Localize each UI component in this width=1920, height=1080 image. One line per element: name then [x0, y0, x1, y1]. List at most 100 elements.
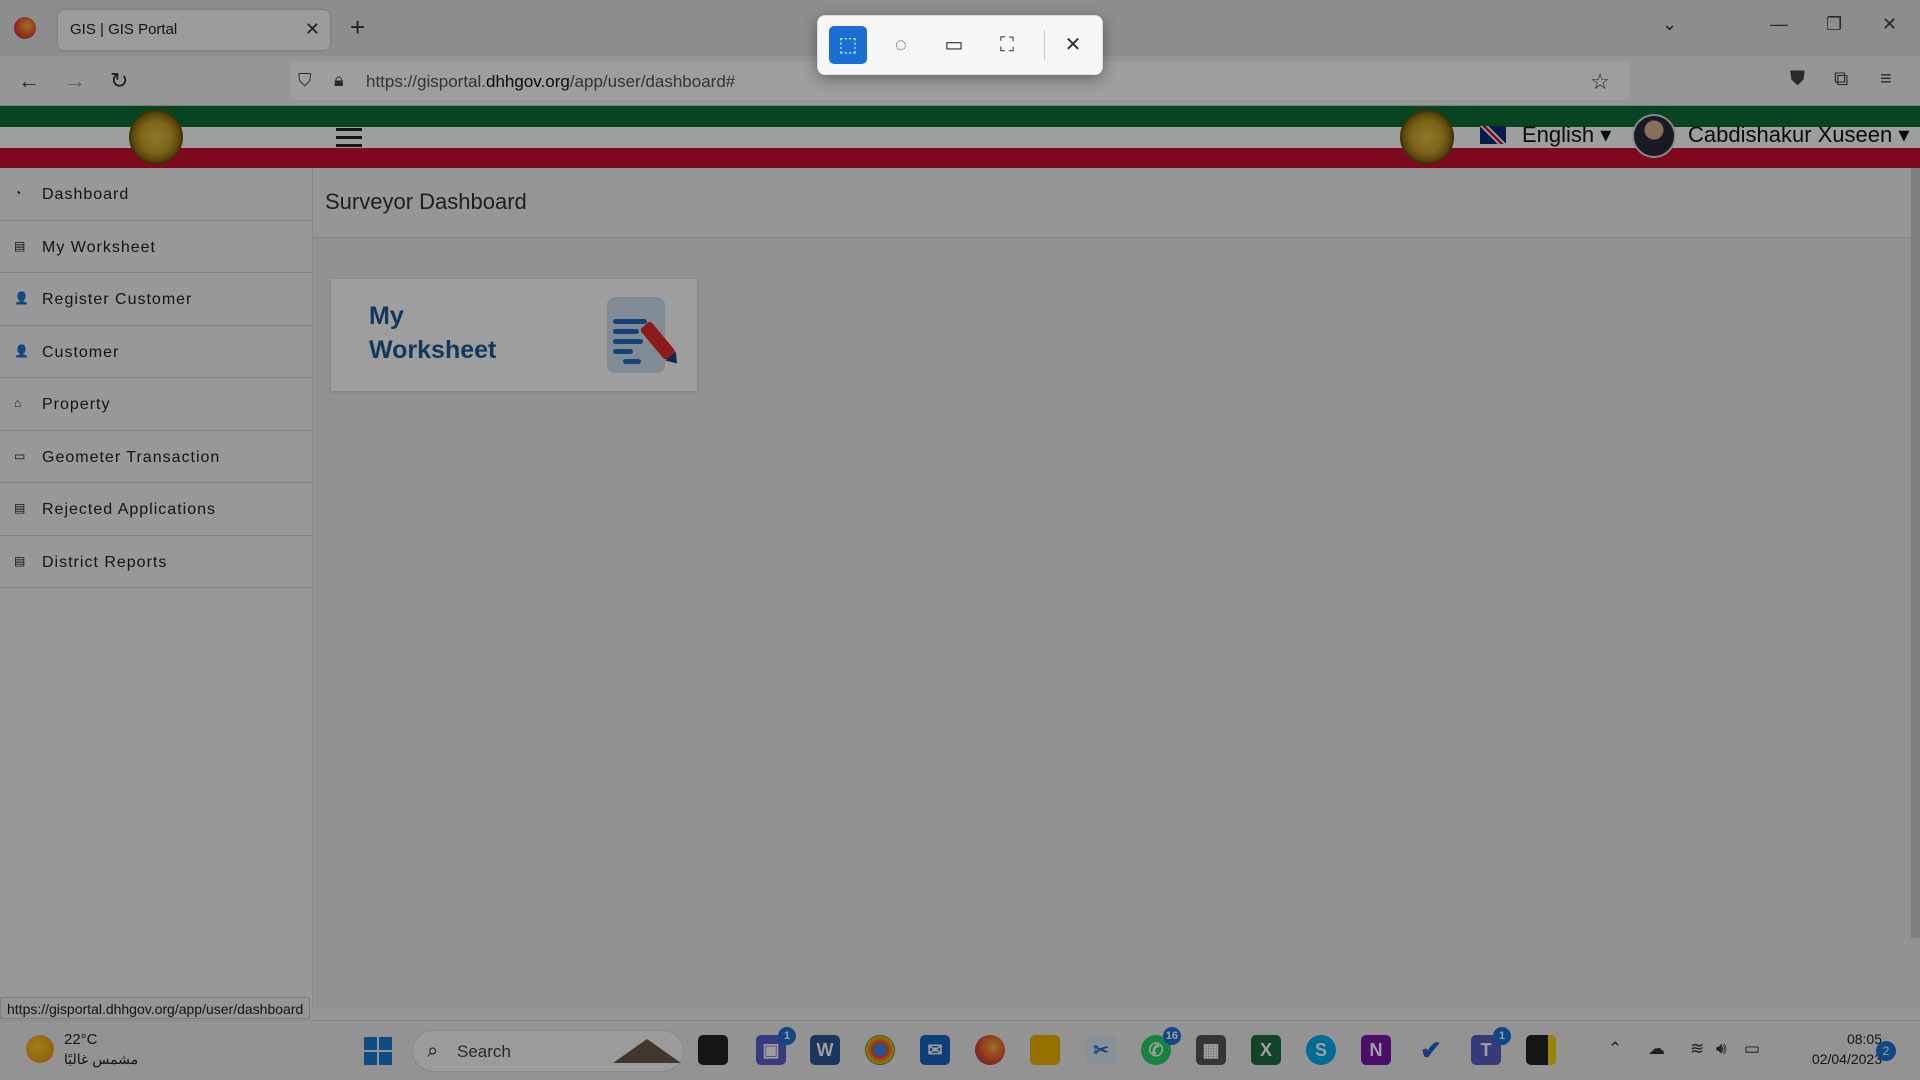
rectangle-snip-icon[interactable]: ⬚: [829, 26, 867, 64]
menu-icon[interactable]: ≡: [1880, 68, 1892, 91]
snipping-toolbar: ⬚ ◌ ▭ ⛶ ✕: [817, 15, 1103, 75]
minimize-icon[interactable]: —: [1770, 14, 1788, 35]
sidebar-item-label: Property: [42, 396, 111, 413]
teams-badge: 1: [778, 1027, 796, 1045]
avatar[interactable]: [1632, 114, 1676, 158]
sidebar-item-label: Register Customer: [42, 291, 193, 308]
new-tab-icon[interactable]: +: [350, 12, 365, 43]
word-icon[interactable]: W: [810, 1035, 840, 1065]
my-worksheet-card[interactable]: My Worksheet: [331, 279, 697, 391]
weather-icon[interactable]: [26, 1035, 54, 1063]
page-title: Surveyor Dashboard: [325, 189, 527, 214]
extensions-icon[interactable]: ⧉: [1834, 68, 1848, 91]
sidebar-item-district-reports[interactable]: ▤ District Reports: [0, 536, 312, 588]
folder-icon[interactable]: [1030, 1035, 1060, 1065]
url-text[interactable]: https://gisportal.dhhgov.org/app/user/da…: [366, 72, 735, 92]
sidebar-item-label: Geometer Transaction: [42, 448, 221, 466]
search-icon: ⌕: [427, 1040, 439, 1062]
sidebar-item-my-worksheet[interactable]: ▤ My Worksheet: [0, 221, 312, 273]
taskbar-search[interactable]: ⌕ Search: [412, 1030, 684, 1072]
sidebar-item-register-customer[interactable]: 👤 Register Customer: [0, 273, 312, 326]
back-icon[interactable]: ←: [18, 68, 40, 94]
whatsapp-badge: 16: [1162, 1027, 1181, 1045]
excel-icon[interactable]: X: [1251, 1035, 1281, 1065]
todo-check-icon[interactable]: ✔: [1416, 1035, 1446, 1065]
reload-icon[interactable]: ↻: [110, 68, 128, 94]
volume-icon[interactable]: 🔊︎: [1716, 1039, 1727, 1059]
chrome-icon[interactable]: [865, 1035, 895, 1065]
shield-icon[interactable]: ⛉: [298, 70, 312, 91]
sidebar-item-geometer-transaction[interactable]: ▭ Geometer Transaction: [0, 431, 312, 483]
user-dropdown[interactable]: Cabdishakur Xuseen ▾: [1688, 122, 1909, 148]
home-icon: ⌂: [14, 396, 23, 410]
whatsapp-icon[interactable]: ✆ 16: [1141, 1027, 1181, 1065]
card-title: My Worksheet: [369, 302, 497, 364]
weather-description[interactable]: مشمس غالبًا: [64, 1051, 138, 1068]
user-icon: 👤: [14, 291, 30, 305]
start-button-icon[interactable]: [364, 1037, 392, 1065]
onedrive-icon[interactable]: ☁: [1648, 1039, 1665, 1059]
pocket-icon[interactable]: ⛊: [1790, 68, 1805, 91]
sidebar-item-customer[interactable]: 👤 Customer: [0, 326, 312, 378]
teams-work-icon[interactable]: T1: [1471, 1027, 1511, 1065]
document-icon: ▤: [14, 501, 27, 515]
emblem-logo[interactable]: [129, 110, 183, 164]
search-highlight-icon: [613, 1039, 681, 1063]
forward-icon[interactable]: →: [64, 68, 86, 94]
user-icon: 👤: [14, 343, 30, 358]
file-manager-icon[interactable]: [698, 1035, 728, 1065]
language-dropdown[interactable]: English ▾: [1522, 122, 1611, 148]
battery-icon[interactable]: ▭: [1744, 1039, 1760, 1059]
freeform-snip-icon[interactable]: ◌: [882, 26, 920, 64]
fullscreen-snip-icon[interactable]: ⛶: [988, 26, 1026, 64]
firefox-logo-icon[interactable]: [14, 17, 36, 39]
hamburger-menu-icon[interactable]: [336, 128, 362, 148]
window-snip-icon[interactable]: ▭: [935, 26, 973, 64]
sidebar: ◔ Dashboard ▤ My Worksheet 👤 Register Custo…: [0, 168, 313, 1008]
snip-close-icon[interactable]: ✕: [1054, 26, 1092, 64]
tray-chevron-icon[interactable]: ⌃: [1608, 1039, 1622, 1059]
emblem-logo-right: [1400, 110, 1454, 164]
bookmark-star-icon[interactable]: ☆: [1590, 69, 1610, 95]
teams-work-badge: 1: [1493, 1027, 1511, 1045]
main-content: Surveyor Dashboard My Worksheet: [313, 168, 1920, 1008]
window-close-icon[interactable]: ✕: [1882, 14, 1897, 35]
report-icon: ▤: [14, 553, 27, 568]
snipping-tool-icon[interactable]: ✂: [1086, 1035, 1116, 1065]
search-label: Search: [457, 1042, 511, 1061]
tab-title: GIS | GIS Portal: [70, 21, 178, 38]
sidebar-item-label: Dashboard: [42, 186, 130, 203]
snip-separator: [1044, 30, 1045, 60]
clock-time[interactable]: 08:05: [1802, 1031, 1882, 1047]
notification-badge[interactable]: 2: [1876, 1041, 1896, 1061]
sticky-notes-icon[interactable]: [1526, 1035, 1556, 1065]
page-header: Surveyor Dashboard: [313, 168, 1920, 238]
sidebar-item-label: Customer: [42, 343, 120, 361]
restore-icon[interactable]: ❐: [1826, 14, 1842, 35]
sidebar-item-label: District Reports: [42, 553, 168, 571]
sidebar-item-dashboard[interactable]: ◔ Dashboard: [0, 168, 312, 221]
tab-list-chevron-icon[interactable]: ⌄: [1662, 14, 1677, 35]
sidebar-item-rejected-applications[interactable]: ▤ Rejected Applications: [0, 483, 312, 536]
clock-date[interactable]: 02/04/2023: [1784, 1051, 1882, 1067]
site-header: English ▾ Cabdishakur Xuseen ▾: [0, 106, 1920, 168]
dashboard-icon: ◔: [14, 186, 23, 200]
sidebar-item-label: Rejected Applications: [42, 501, 216, 518]
sidebar-item-label: My Worksheet: [42, 238, 156, 256]
temperature[interactable]: 22°C: [64, 1031, 98, 1048]
uk-flag-icon[interactable]: [1480, 126, 1506, 144]
worksheet-edit-icon: [607, 297, 677, 373]
skype-icon[interactable]: S: [1306, 1035, 1336, 1065]
tab-gis-portal[interactable]: GIS | GIS Portal ✕: [58, 10, 330, 50]
tab-close-icon[interactable]: ✕: [305, 19, 320, 40]
teams-icon[interactable]: ▣ 1: [756, 1027, 796, 1065]
browser-window: GIS | GIS Portal ✕ + ⌄ — ❐ ✕ ← → ↻ ⛉ 🔒︎ …: [0, 0, 1920, 1080]
page-scrollbar[interactable]: [1911, 168, 1920, 938]
wifi-icon[interactable]: ≋: [1690, 1039, 1704, 1059]
firefox-taskbar-icon[interactable]: [975, 1035, 1005, 1065]
onenote-icon[interactable]: N: [1361, 1035, 1391, 1065]
mail-icon[interactable]: ✉: [920, 1035, 950, 1065]
lock-icon[interactable]: 🔒︎: [334, 70, 344, 91]
sidebar-item-property[interactable]: ⌂ Property: [0, 378, 312, 431]
calculator-icon[interactable]: ▦: [1196, 1035, 1226, 1065]
